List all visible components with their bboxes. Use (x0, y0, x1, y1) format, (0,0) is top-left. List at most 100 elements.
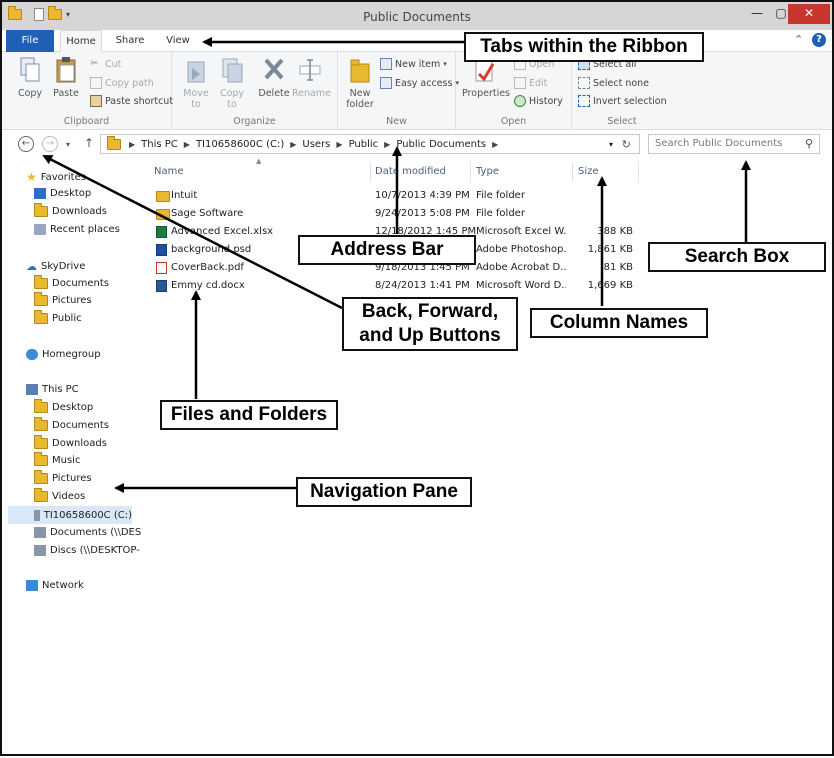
new-folder-label: New folder (346, 88, 374, 110)
paste-shortcut-button[interactable]: Paste shortcut (90, 95, 173, 107)
nav-drive-c[interactable]: TI10658600C (C:) (8, 506, 132, 524)
back-icon[interactable]: ← (18, 136, 34, 152)
rename-label: Rename (292, 88, 331, 99)
nav-label: Recent places (50, 224, 120, 235)
column-divider[interactable] (572, 162, 573, 182)
folder-icon (34, 452, 48, 466)
invert-selection-button[interactable]: Invert selection (578, 95, 667, 107)
column-header-name[interactable]: Name (154, 162, 184, 182)
nav-skydrive-pictures[interactable]: Pictures (34, 292, 92, 306)
nav-skydrive-documents[interactable]: Documents (34, 275, 109, 289)
drive-icon (34, 509, 40, 521)
nav-pc-music[interactable]: Music (34, 452, 81, 466)
file-size: 388 KB (597, 226, 633, 237)
column-header-type[interactable]: Type (476, 162, 499, 182)
new-folder-button[interactable]: New folder (342, 56, 378, 110)
nav-label: Desktop (50, 188, 92, 199)
copy-label: Copy (17, 88, 43, 99)
up-icon[interactable]: ↑ (84, 136, 94, 150)
homegroup-icon (26, 349, 38, 360)
nav-downloads[interactable]: Downloads (34, 203, 107, 217)
breadcrumb-drive[interactable]: TI10658600C (C:) (196, 139, 284, 150)
edit-button[interactable]: Edit (514, 77, 547, 89)
select-group: Select all Select none Invert selection … (572, 52, 672, 130)
file-name: CoverBack.pdf (171, 262, 244, 273)
copy-path-button[interactable]: Copy path (90, 77, 154, 89)
history-label: History (529, 95, 563, 107)
nav-label: Discs (\\DESKTOP- (50, 545, 140, 556)
annotation-nav-buttons-line1: Back, Forward, (361, 301, 499, 322)
history-button[interactable]: History (514, 95, 563, 107)
nav-skydrive-public[interactable]: Public (34, 310, 82, 324)
paste-button[interactable]: Paste (48, 56, 84, 99)
nav-skydrive[interactable]: ☁ SkyDrive (26, 260, 85, 273)
minimize-button[interactable]: — (744, 4, 770, 24)
collapse-ribbon-icon[interactable]: ⌃ (794, 33, 803, 46)
file-type: File folder (476, 190, 525, 201)
rename-button[interactable]: Rename (292, 56, 331, 99)
nav-homegroup[interactable]: Homegroup (26, 349, 101, 360)
search-icon: ⚲ (804, 137, 813, 150)
nav-this-pc[interactable]: This PC (26, 384, 79, 395)
tab-share[interactable]: Share (110, 30, 150, 52)
move-to-button[interactable]: Move to (178, 56, 214, 110)
nav-label: Downloads (52, 206, 107, 217)
nav-favorites[interactable]: ★ Favorites (26, 170, 86, 184)
breadcrumb-public-documents[interactable]: Public Documents (396, 139, 486, 150)
cloud-icon: ☁ (26, 260, 37, 273)
nav-network-discs[interactable]: Discs (\\DESKTOP- (34, 545, 140, 556)
history-icon (514, 95, 526, 107)
column-header-size[interactable]: Size (578, 162, 599, 182)
nav-pc-pictures[interactable]: Pictures (34, 470, 92, 484)
refresh-icon[interactable]: ↻ (622, 138, 631, 151)
easy-access-button[interactable]: Easy access ▾ (380, 77, 459, 89)
nav-pc-videos[interactable]: Videos (34, 488, 85, 502)
column-divider[interactable] (638, 162, 639, 182)
column-header-date[interactable]: Date modified (375, 162, 446, 182)
cut-button[interactable]: ✂ Cut (90, 58, 121, 70)
forward-icon[interactable]: → (42, 136, 58, 152)
folder-icon (34, 470, 48, 484)
column-divider[interactable] (370, 162, 371, 182)
copy-icon (20, 57, 40, 82)
address-bar[interactable]: ▶ This PC ▶ TI10658600C (C:) ▶ Users ▶ P… (100, 134, 640, 154)
file-row[interactable]: Emmy cd.docx 8/24/2013 1:41 PM Microsoft… (154, 277, 644, 295)
nav-label: Music (52, 455, 81, 466)
nav-network-documents[interactable]: Documents (\\DES (34, 527, 141, 538)
close-button[interactable]: ✕ (788, 4, 830, 24)
search-input[interactable]: Search Public Documents ⚲ (648, 134, 820, 154)
nav-pc-downloads[interactable]: Downloads (34, 435, 107, 449)
copy-button[interactable]: Copy (12, 56, 48, 99)
file-row[interactable]: Intuit 10/7/2013 4:39 PM File folder (154, 187, 644, 205)
search-placeholder: Search Public Documents (655, 138, 783, 149)
nav-pc-documents[interactable]: Documents (34, 417, 109, 431)
nav-pc-desktop[interactable]: Desktop (34, 399, 93, 413)
file-type: Microsoft Word D... (476, 280, 566, 291)
nav-recent-places[interactable]: Recent places (34, 224, 120, 235)
properties-button[interactable]: Properties (462, 56, 510, 99)
window-title: Public Documents (363, 10, 471, 24)
select-none-button[interactable]: Select none (578, 77, 649, 89)
clipboard-group-label: Clipboard (63, 116, 110, 127)
column-divider[interactable] (470, 162, 471, 182)
new-item-button[interactable]: New item ▾ (380, 58, 447, 70)
address-dropdown-icon[interactable]: ▾ (609, 140, 613, 149)
help-icon[interactable]: ? (812, 33, 826, 47)
delete-button[interactable]: Delete (256, 56, 292, 99)
network-drive-icon (34, 527, 46, 538)
file-row[interactable]: Sage Software 9/24/2013 5:08 PM File fol… (154, 205, 644, 223)
chevron-right-icon: ▶ (183, 139, 190, 149)
breadcrumb-public[interactable]: Public (349, 139, 379, 150)
nav-desktop[interactable]: Desktop (34, 188, 91, 199)
tab-file[interactable]: File (6, 30, 54, 52)
breadcrumb-users[interactable]: Users (302, 139, 330, 150)
tab-home[interactable]: Home (60, 30, 102, 52)
folder-icon (34, 275, 48, 289)
breadcrumb-this-pc[interactable]: This PC (141, 139, 178, 150)
copy-to-button[interactable]: Copy to (214, 56, 250, 110)
recent-locations-icon[interactable]: ▾ (66, 140, 70, 149)
tab-view[interactable]: View (158, 30, 198, 52)
file-name: Sage Software (171, 208, 244, 219)
nav-network[interactable]: Network (26, 580, 84, 591)
chevron-right-icon: ▶ (290, 139, 297, 149)
